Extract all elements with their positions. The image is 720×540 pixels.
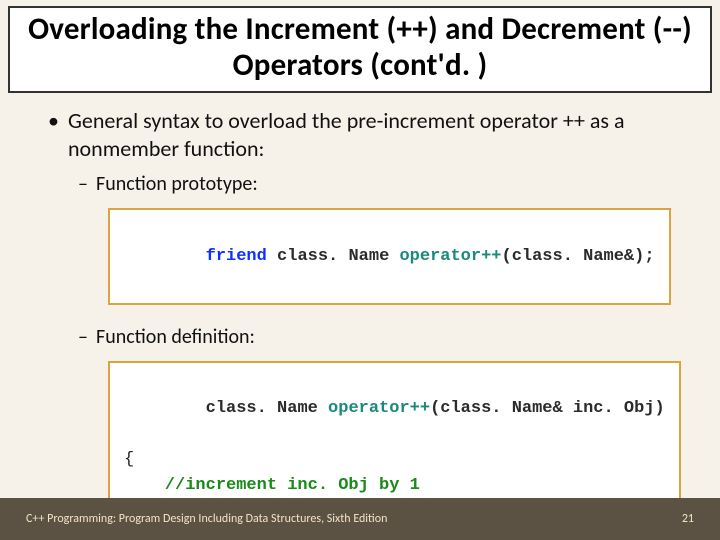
proto-args: (class. Name&); xyxy=(502,247,655,266)
def-return-type: class. Name xyxy=(206,399,328,418)
kw-operator-def: operator++ xyxy=(328,399,430,418)
def-comment: //increment inc. Obj by 1 xyxy=(124,476,420,495)
proto-classname: class. Name xyxy=(277,247,399,266)
code-prototype: friend class. Name operator++(class. Nam… xyxy=(108,208,671,305)
def-args: (class. Name& inc. Obj) xyxy=(430,399,665,418)
sub-prototype-label: Function prototype: xyxy=(78,172,690,196)
bullet-main: General syntax to overload the pre-incre… xyxy=(48,107,690,162)
slide: Overloading the Increment (++) and Decre… xyxy=(0,0,720,540)
slide-body: General syntax to overload the pre-incre… xyxy=(0,93,720,540)
kw-operator: operator++ xyxy=(399,247,501,266)
footer-text: C++ Programming: Program Design Includin… xyxy=(26,512,387,526)
title-box: Overloading the Increment (++) and Decre… xyxy=(8,6,712,93)
def-lbrace: { xyxy=(124,450,134,469)
sub-definition-label: Function definition: xyxy=(78,325,690,349)
kw-friend: friend xyxy=(206,247,267,266)
slide-title: Overloading the Increment (++) and Decre… xyxy=(20,12,700,83)
footer: C++ Programming: Program Design Includin… xyxy=(0,498,720,540)
page-number: 21 xyxy=(682,512,694,526)
